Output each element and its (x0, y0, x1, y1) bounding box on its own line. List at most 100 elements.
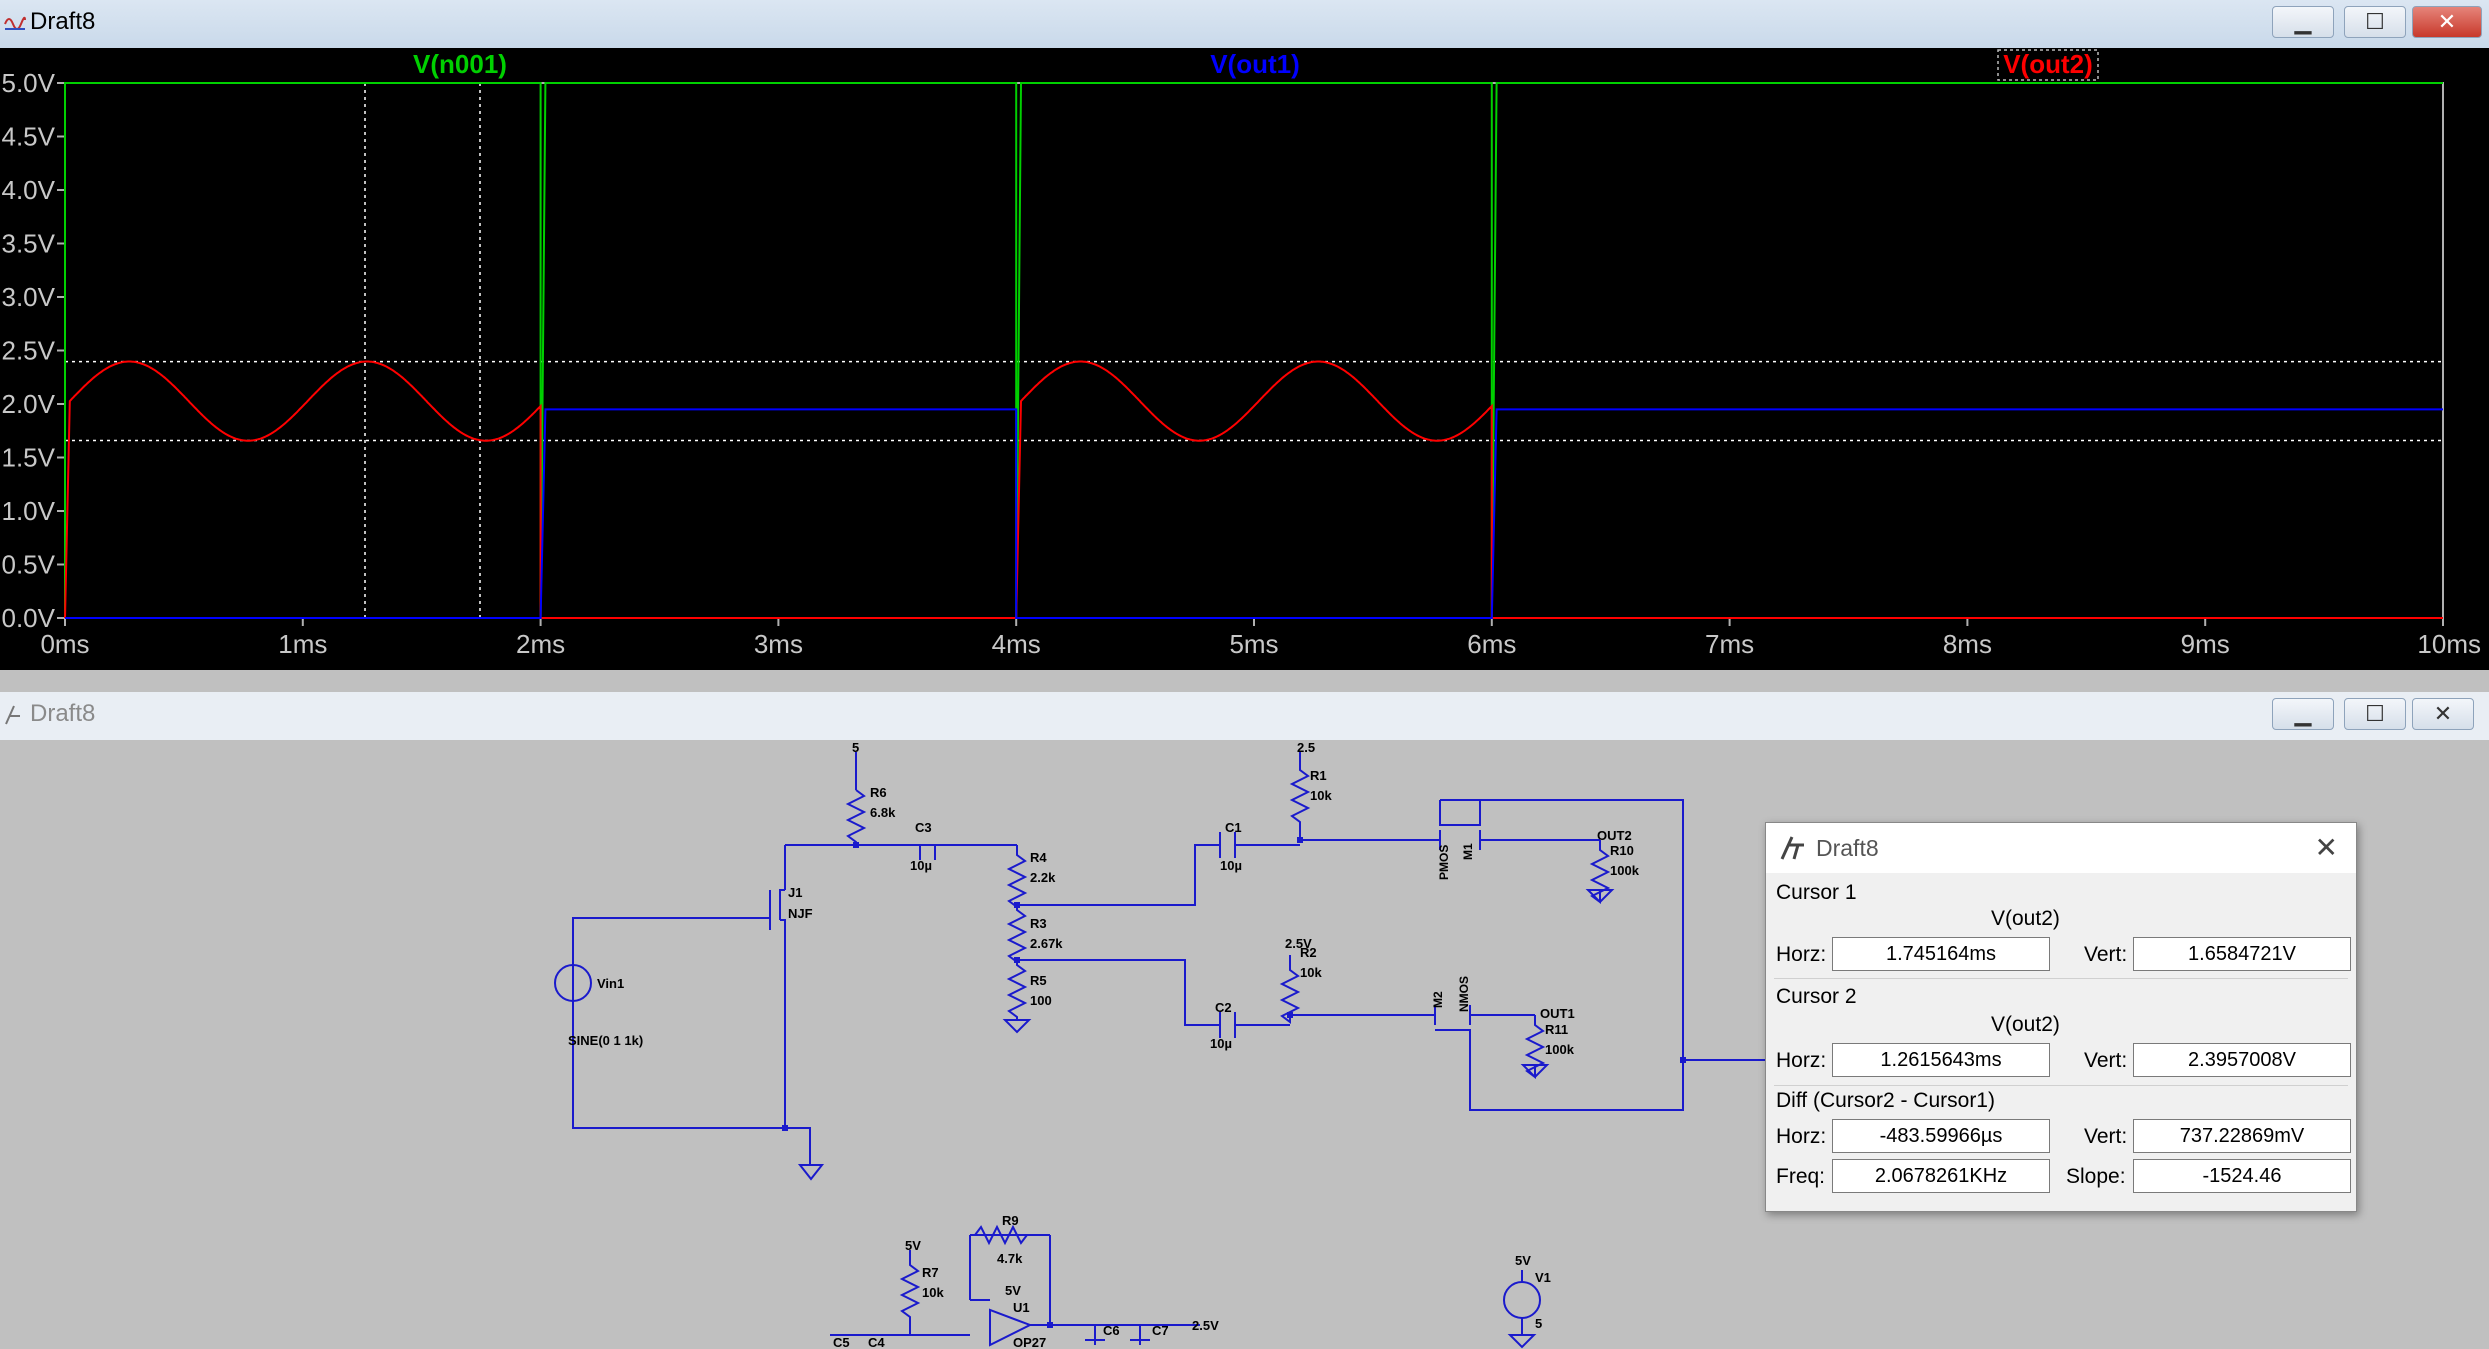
cursor2-vert-field[interactable]: 2.3957008V (2133, 1043, 2351, 1077)
y-tick-label: 1.5V (2, 443, 56, 473)
waveform-plot[interactable]: 5.0V 4.5V 4.0V 3.5V 3.0V 2.5V 2.0V 1.5V 1.0V 0.5V… (0, 48, 2489, 670)
label-v1-value: 5 (1535, 1316, 1542, 1331)
diff-label: Diff (Cursor2 - Cursor1) (1776, 1089, 1995, 1112)
label-r7-value: 10k (922, 1285, 944, 1300)
trace-label-vout2[interactable]: V(out2) (2003, 49, 2093, 79)
schematic-titlebar[interactable]: Draft8 ▁ ☐ ✕ (0, 692, 2489, 741)
schematic-minimize-button[interactable]: ▁ (2272, 698, 2334, 730)
cursor-dialog-title: Draft8 (1816, 835, 1879, 861)
window-title: Draft8 (30, 8, 96, 35)
cursor1-horz-label: Horz: (1776, 943, 1827, 966)
waveform-app-icon (4, 16, 26, 30)
y-tick-label: 2.5V (2, 336, 56, 366)
y-tick-label: 4.0V (2, 175, 56, 205)
label-r6: R6 (870, 785, 887, 800)
label-m1: M1 (1461, 843, 1475, 860)
cursor-dialog-close-icon[interactable]: ✕ (2315, 831, 2338, 864)
x-tick-label: 9ms (2181, 629, 2230, 659)
label-r2-value: 10k (1300, 965, 1322, 980)
label-c1-value: 10µ (1220, 858, 1242, 873)
label-u1: U1 (1013, 1300, 1030, 1315)
x-tick-label: 5ms (1229, 629, 1278, 659)
cursor-dialog-titlebar[interactable]: Draft8 ✕ (1766, 823, 2356, 873)
trace-label-vout1[interactable]: V(out1) (1210, 49, 1300, 79)
label-sine: SINE(0 1 1k) (568, 1033, 643, 1048)
label-vin1: Vin1 (597, 976, 624, 991)
schematic-close-button[interactable]: ✕ (2412, 698, 2474, 730)
cursor1-horz-field[interactable]: 1.745164ms (1832, 937, 2050, 971)
maximize-button[interactable]: ☐ (2344, 6, 2406, 38)
diff-vert-field[interactable]: 737.22869mV (2133, 1119, 2351, 1153)
label-r4-value: 2.2k (1030, 870, 1056, 885)
schematic-app-icon (5, 705, 20, 725)
label-r4: R4 (1030, 850, 1047, 865)
label-supply-2-5: 2.5 (1297, 740, 1315, 755)
trace-v-n001 (64, 82, 2443, 619)
label-out2: OUT2 (1597, 828, 1632, 843)
y-tick-label: 3.5V (2, 229, 56, 259)
x-tick-label: 6ms (1467, 629, 1516, 659)
waveform-plot-pane[interactable]: 5.0V 4.5V 4.0V 3.5V 3.0V 2.5V 2.0V 1.5V 1.0V 0.5V… (0, 48, 2489, 670)
label-r6-value: 6.8k (870, 805, 896, 820)
y-tick-label: 3.0V (2, 282, 56, 312)
label-c4: C4 (868, 1335, 885, 1349)
cursor1-label: Cursor 1 (1776, 881, 1857, 904)
schematic-labels: R6 6.8k C3 10µ R4 2.2k R3 2.67k R5 100 J… (568, 740, 1640, 1349)
trace-v-out1 (65, 408, 2443, 619)
cursor2-vert-label: Vert: (2084, 1049, 2128, 1072)
diff-horz-field[interactable]: -483.59966µs (1832, 1119, 2050, 1153)
y-tick-label: 1.0V (2, 496, 56, 526)
schematic-window-title: Draft8 (30, 700, 96, 727)
label-c7: C7 (1152, 1323, 1169, 1338)
label-r5-value: 100 (1030, 993, 1052, 1008)
label-pmos: PMOS (1437, 845, 1451, 880)
label-r1: R1 (1310, 768, 1327, 783)
slope-field[interactable]: -1524.46 (2133, 1159, 2351, 1193)
label-c5: C5 (833, 1335, 850, 1349)
minimize-button[interactable]: ▁ (2272, 6, 2334, 38)
separator (1774, 978, 2348, 979)
label-v1: V1 (1535, 1270, 1551, 1285)
trace-v-out2 (64, 360, 2443, 619)
label-c1: C1 (1225, 820, 1242, 835)
label-c3-value: 10µ (910, 858, 932, 873)
y-tick-label: 2.0V (2, 389, 56, 419)
x-tick-label: 1ms (278, 629, 327, 659)
label-supply-5v-r7: 5V (905, 1238, 921, 1253)
cursor1-vert-label: Vert: (2084, 943, 2128, 966)
waveform-window: Draft8 ▁ ☐ ✕ 5.0V 4.5V 4.0V 3.5V 3.0V 2.5V 2.0… (0, 0, 2489, 670)
cursor1-vert-field[interactable]: 1.6584721V (2133, 937, 2351, 971)
close-button[interactable]: ✕ (2412, 6, 2482, 38)
cursor1-trace: V(out2) (1991, 907, 2060, 930)
x-tick-label: 4ms (992, 629, 1041, 659)
label-supply-5: 5 (852, 740, 859, 755)
label-nmos: NMOS (1457, 976, 1471, 1012)
label-r3-value: 2.67k (1030, 936, 1063, 951)
schematic-maximize-button[interactable]: ☐ (2344, 698, 2406, 730)
label-supply-2-5v: 2.5V (1285, 936, 1312, 951)
x-tick-label: 7ms (1705, 629, 1754, 659)
freq-field[interactable]: 2.0678261KHz (1832, 1159, 2050, 1193)
plot-frame (64, 82, 2444, 619)
label-c6: C6 (1103, 1323, 1120, 1338)
trace-label-vn001[interactable]: V(n001) (413, 49, 507, 79)
label-r11-value: 100k (1545, 1042, 1575, 1057)
y-tick-label: 4.5V (2, 122, 56, 152)
ltspice-icon (1780, 836, 1804, 860)
cursor-dialog: Draft8 ✕ Cursor 1 V(out2) Horz: 1.745164… (1765, 822, 2357, 1212)
label-m2: M2 (1431, 991, 1445, 1008)
label-r10-value: 100k (1610, 863, 1640, 878)
schematic-wires (554, 752, 1765, 1349)
slope-label: Slope: (2066, 1165, 2126, 1188)
label-2-5v-net: 2.5V (1192, 1318, 1219, 1333)
cursor2-horz-field[interactable]: 1.2615643ms (1832, 1043, 2050, 1077)
cursor2-label: Cursor 2 (1776, 985, 1857, 1008)
label-r9: R9 (1002, 1213, 1019, 1228)
label-njf: NJF (788, 906, 813, 921)
label-c3: C3 (915, 820, 932, 835)
mosfet-labels: PMOS M1 M2 NMOS (1431, 843, 1475, 1012)
label-r5: R5 (1030, 973, 1047, 988)
waveform-titlebar[interactable]: Draft8 ▁ ☐ ✕ (0, 0, 2489, 49)
label-supply-5v-u1: 5V (1005, 1283, 1021, 1298)
label-r10: R10 (1610, 843, 1634, 858)
